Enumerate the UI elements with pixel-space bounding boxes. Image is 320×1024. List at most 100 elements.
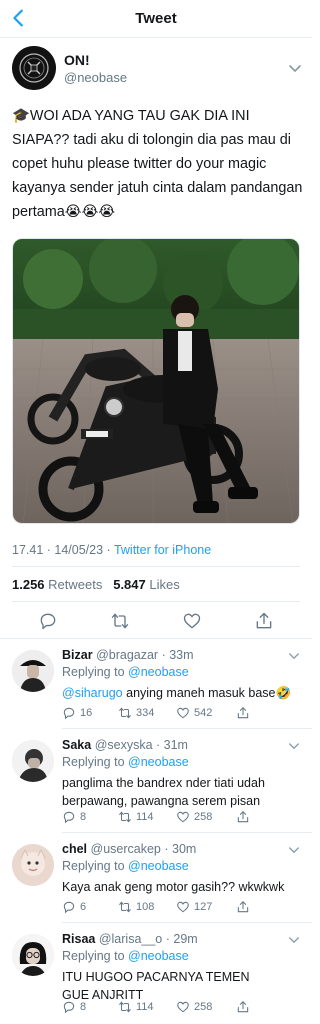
reply-item[interactable]: Bizar @bragazar · 33m Replying to @neoba… xyxy=(0,640,312,732)
reply-icon xyxy=(63,707,75,720)
retweet-icon xyxy=(119,707,131,719)
replying-to: Replying to @neobase xyxy=(62,665,189,679)
divider xyxy=(12,601,300,602)
like-count: 542 xyxy=(194,707,213,719)
retweet-button[interactable]: 114 xyxy=(118,810,154,824)
reply-avatar[interactable] xyxy=(12,740,54,782)
chevron-down-icon[interactable] xyxy=(288,64,302,74)
likes-label[interactable]: Likes xyxy=(149,577,179,592)
like-button[interactable]: 258 xyxy=(176,810,212,824)
retweet-count: 114 xyxy=(136,811,154,823)
author-name[interactable]: ON! xyxy=(64,52,90,68)
tweet-meta: 17.41 · 14/05/23 · Twitter for iPhone xyxy=(12,543,211,557)
replying-to: Replying to @neobase xyxy=(62,949,189,963)
replying-to: Replying to @neobase xyxy=(62,859,189,873)
reply-icon[interactable] xyxy=(38,611,58,631)
reply-author[interactable]: Saka @sexyska · 31m xyxy=(62,738,188,752)
retweet-icon[interactable] xyxy=(110,611,130,631)
tweet-timestamp: 17.41 · 14/05/23 · xyxy=(12,543,114,557)
likes-count[interactable]: 5.847 xyxy=(113,577,146,592)
replying-to-link[interactable]: @neobase xyxy=(128,859,189,873)
reply-text: ITU HUGOO PACARNYA TEMEN GUE ANJRITT xyxy=(62,970,250,1002)
share-icon[interactable] xyxy=(254,611,274,631)
tweet-text: 🎓WOI ADA YANG TAU GAK DIA INI SIAPA?? ta… xyxy=(12,108,303,220)
reply-button[interactable]: 16 xyxy=(62,706,92,720)
chevron-down-icon[interactable] xyxy=(288,742,300,751)
reply-name[interactable]: Bizar xyxy=(62,648,93,662)
chevron-down-icon[interactable] xyxy=(288,652,300,661)
reply-text: Kaya anak geng motor gasih?? wkwkwk xyxy=(62,880,285,894)
reply-handle[interactable]: @sexyska xyxy=(95,738,153,752)
author-avatar[interactable] xyxy=(12,46,56,90)
divider xyxy=(62,728,312,729)
reply-handle[interactable]: @bragazar xyxy=(96,648,158,662)
reply-handle[interactable]: @usercakep xyxy=(91,842,161,856)
like-icon[interactable] xyxy=(182,611,202,631)
author-handle[interactable]: @neobase xyxy=(64,70,127,85)
reply-time: · 33m xyxy=(161,648,194,662)
replying-to-link[interactable]: @neobase xyxy=(128,949,189,963)
reply-button[interactable]: 8 xyxy=(62,1000,86,1014)
divider xyxy=(62,922,312,923)
like-button[interactable]: 542 xyxy=(176,706,212,720)
reply-time: · 31m xyxy=(156,738,188,752)
reply-author[interactable]: chel @usercakep · 30m xyxy=(62,842,196,856)
tweet-photo[interactable] xyxy=(12,238,300,524)
tweet-stats: 1.256 Retweets 5.847 Likes xyxy=(12,577,180,592)
mention-link[interactable]: @siharugo xyxy=(62,686,123,700)
reply-avatar[interactable] xyxy=(12,650,54,692)
reply-time: · 29m xyxy=(165,932,198,946)
retweet-icon xyxy=(119,901,131,913)
tweet-source-link[interactable]: Twitter for iPhone xyxy=(114,543,211,557)
retweet-count: 108 xyxy=(136,901,155,913)
reply-body: anying maneh masuk base🤣 xyxy=(122,686,292,700)
like-count: 258 xyxy=(194,811,213,823)
retweet-count: 114 xyxy=(136,1001,154,1013)
reply-item[interactable]: Saka @sexyska · 31m Replying to @neobase… xyxy=(0,730,312,824)
reply-item[interactable]: chel @usercakep · 30m Replying to @neoba… xyxy=(0,834,312,926)
reply-count: 16 xyxy=(80,707,93,719)
retweet-icon xyxy=(119,1001,131,1013)
reply-text: panglima the bandrex nder tiati udah ber… xyxy=(62,776,265,808)
tweet-actions xyxy=(0,608,312,634)
retweet-button[interactable]: 108 xyxy=(118,900,154,914)
reply-avatar[interactable] xyxy=(12,934,54,976)
reply-button[interactable]: 6 xyxy=(62,900,86,914)
retweet-count: 334 xyxy=(136,707,155,719)
like-icon xyxy=(177,1001,189,1013)
like-icon xyxy=(177,707,189,719)
share-button[interactable] xyxy=(236,1000,250,1014)
replying-to-link[interactable]: @neobase xyxy=(128,665,189,679)
reply-time: · 30m xyxy=(164,842,197,856)
replying-label: Replying to xyxy=(62,755,125,769)
divider xyxy=(62,832,312,833)
retweet-button[interactable]: 334 xyxy=(118,706,154,720)
reply-handle[interactable]: @larisa__o xyxy=(99,932,162,946)
share-icon xyxy=(237,1001,249,1013)
share-button[interactable] xyxy=(236,706,250,720)
like-button[interactable]: 258 xyxy=(176,1000,212,1014)
reply-name[interactable]: Saka xyxy=(62,738,91,752)
reply-author[interactable]: Bizar @bragazar · 33m xyxy=(62,648,194,662)
reply-count: 8 xyxy=(80,811,87,823)
replying-to-link[interactable]: @neobase xyxy=(128,755,189,769)
reply-author[interactable]: Risaa @larisa__o · 29m xyxy=(62,932,198,946)
replying-label: Replying to xyxy=(62,949,125,963)
chevron-down-icon[interactable] xyxy=(288,846,300,855)
retweet-button[interactable]: 114 xyxy=(118,1000,154,1014)
reply-item[interactable]: Risaa @larisa__o · 29m Replying to @neob… xyxy=(0,924,312,1016)
share-button[interactable] xyxy=(236,810,250,824)
reply-button[interactable]: 8 xyxy=(62,810,86,824)
retweets-count[interactable]: 1.256 xyxy=(12,577,45,592)
replying-label: Replying to xyxy=(62,859,125,873)
like-button[interactable]: 127 xyxy=(176,900,212,914)
retweets-label[interactable]: Retweets xyxy=(48,577,102,592)
like-icon xyxy=(177,901,189,913)
reply-name[interactable]: chel xyxy=(62,842,87,856)
chevron-down-icon[interactable] xyxy=(288,936,300,945)
reply-text: @siharugo anying maneh masuk base🤣 xyxy=(62,684,294,702)
reply-name[interactable]: Risaa xyxy=(62,932,95,946)
reply-avatar[interactable] xyxy=(12,844,54,886)
share-icon xyxy=(237,901,249,913)
share-button[interactable] xyxy=(236,900,250,914)
